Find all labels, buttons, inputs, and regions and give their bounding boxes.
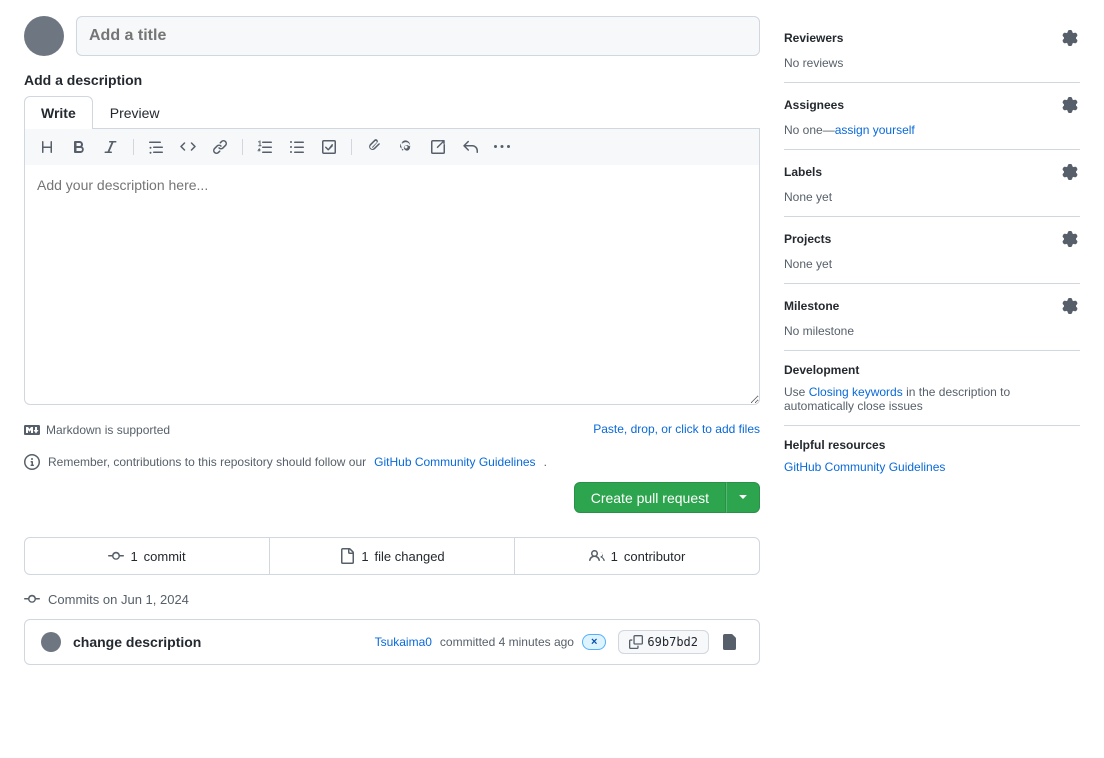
projects-value: None yet	[784, 257, 1080, 271]
toolbar-sep-2	[242, 139, 243, 155]
development-header: Development	[784, 363, 1080, 377]
description-toolbar	[24, 129, 760, 165]
create-pr-button[interactable]: Create pull request	[574, 482, 726, 513]
markdown-hint: Markdown is supported	[24, 422, 170, 438]
assignees-value: No one—assign yourself	[784, 123, 1080, 137]
projects-header: Projects	[784, 229, 1080, 249]
community-guidelines-link[interactable]: GitHub Community Guidelines	[784, 460, 1080, 474]
file-drop-hint[interactable]: Paste, drop, or click to add files	[593, 422, 760, 438]
commit-avatar	[41, 632, 61, 652]
milestone-gear[interactable]	[1060, 296, 1080, 316]
assignees-title: Assignees	[784, 98, 844, 112]
files-stat: 1 file changed	[270, 538, 515, 574]
code-btn[interactable]	[174, 135, 202, 159]
mention-btn[interactable]	[392, 135, 420, 159]
ordered-list-btn[interactable]	[251, 135, 279, 159]
quote-btn[interactable]	[142, 135, 170, 159]
reply-btn[interactable]	[456, 135, 484, 159]
commits-date: Commits on Jun 1, 2024	[48, 592, 189, 607]
create-pr-dropdown-button[interactable]	[726, 482, 760, 513]
commit-author[interactable]: Tsukaima0	[375, 635, 432, 649]
sidebar: Reviewers No reviews Assignees	[784, 16, 1080, 681]
projects-gear[interactable]	[1060, 229, 1080, 249]
commit-title: change description	[73, 634, 363, 650]
file-label: file changed	[375, 549, 445, 564]
milestone-section: Milestone No milestone	[784, 284, 1080, 351]
info-bar: Remember, contributions to this reposito…	[24, 454, 760, 470]
user-avatar	[24, 16, 64, 56]
title-input[interactable]: change description	[76, 16, 760, 56]
milestone-header: Milestone	[784, 296, 1080, 316]
submit-row: Create pull request	[24, 482, 760, 513]
contributor-label: contributor	[624, 549, 685, 564]
file-count: 1	[361, 549, 368, 564]
commits-stat: 1 commit	[25, 538, 270, 574]
reviewers-section: Reviewers No reviews	[784, 16, 1080, 83]
helpful-title: Helpful resources	[784, 438, 1080, 452]
verified-badge[interactable]: ×	[582, 634, 606, 650]
commits-section: Commits on Jun 1, 2024 change descriptio…	[24, 591, 760, 665]
assign-yourself-link[interactable]: assign yourself	[835, 123, 915, 137]
labels-gear[interactable]	[1060, 162, 1080, 182]
stats-bar: 1 commit 1 file changed 1 contributor	[24, 537, 760, 575]
labels-title: Labels	[784, 165, 822, 179]
reviewers-header: Reviewers	[784, 28, 1080, 48]
reviewers-title: Reviewers	[784, 31, 843, 45]
contributor-count: 1	[611, 549, 618, 564]
description-tab-bar: Write Preview	[24, 96, 760, 129]
projects-title: Projects	[784, 232, 831, 246]
preview-tab[interactable]: Preview	[93, 96, 177, 129]
bold-btn[interactable]	[65, 135, 93, 159]
assignees-header: Assignees	[784, 95, 1080, 115]
commit-row: change description Tsukaima0 committed 4…	[24, 619, 760, 665]
development-section: Development Use Closing keywords in the …	[784, 351, 1080, 426]
labels-section: Labels None yet	[784, 150, 1080, 217]
description-label: Add a description	[24, 72, 760, 88]
commits-date-header: Commits on Jun 1, 2024	[24, 591, 760, 607]
info-text: Remember, contributions to this reposito…	[48, 455, 366, 469]
task-list-btn[interactable]	[315, 135, 343, 159]
commit-actions: 69b7bd2	[618, 630, 743, 654]
toolbar-sep-3	[351, 139, 352, 155]
toolbar-sep-1	[133, 139, 134, 155]
cross-ref-btn[interactable]	[424, 135, 452, 159]
milestone-title: Milestone	[784, 299, 839, 313]
heading-btn[interactable]	[33, 135, 61, 159]
closing-keywords-link[interactable]: Closing keywords	[809, 385, 903, 399]
unordered-list-btn[interactable]	[283, 135, 311, 159]
commit-meta: Tsukaima0 committed 4 minutes ago ×	[375, 634, 607, 650]
description-textarea[interactable]	[24, 165, 760, 405]
commit-sha: 69b7bd2	[647, 635, 698, 649]
commit-label: commit	[144, 549, 186, 564]
development-title: Development	[784, 363, 859, 377]
commit-time: committed 4 minutes ago	[440, 635, 574, 649]
helpful-resources-section: Helpful resources GitHub Community Guide…	[784, 426, 1080, 486]
link-btn[interactable]	[206, 135, 234, 159]
milestone-value: No milestone	[784, 324, 1080, 338]
contributors-stat: 1 contributor	[515, 538, 759, 574]
italic-btn[interactable]	[97, 135, 125, 159]
labels-value: None yet	[784, 190, 1080, 204]
projects-section: Projects None yet	[784, 217, 1080, 284]
reviewers-gear[interactable]	[1060, 28, 1080, 48]
assignees-section: Assignees No one—assign yourself	[784, 83, 1080, 150]
write-tab[interactable]: Write	[24, 96, 93, 129]
reviewers-value: No reviews	[784, 56, 1080, 70]
attach-btn[interactable]	[360, 135, 388, 159]
copy-sha-btn[interactable]: 69b7bd2	[618, 630, 709, 654]
more-btn[interactable]	[488, 135, 516, 159]
markdown-hint-text: Markdown is supported	[46, 423, 170, 437]
browse-files-btn[interactable]	[715, 630, 743, 654]
commit-count: 1	[130, 549, 137, 564]
labels-header: Labels	[784, 162, 1080, 182]
assignees-gear[interactable]	[1060, 95, 1080, 115]
development-value: Use Closing keywords in the description …	[784, 385, 1080, 413]
guidelines-link[interactable]: GitHub Community Guidelines	[374, 455, 535, 469]
